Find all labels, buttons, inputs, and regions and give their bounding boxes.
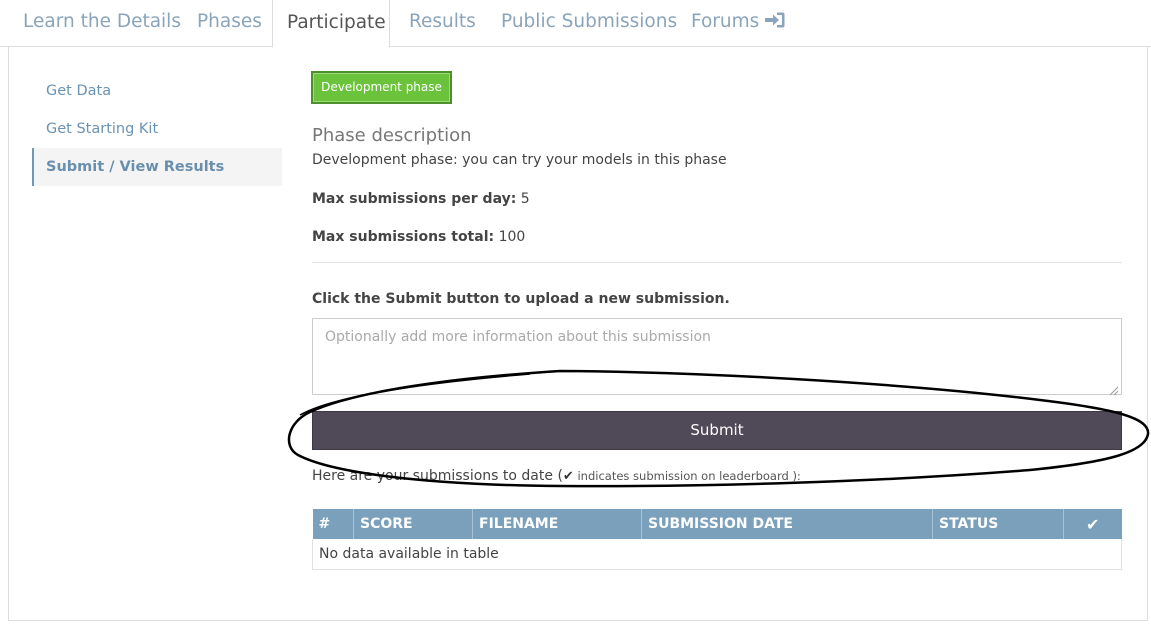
tab-phases[interactable]: Phases [197,0,262,47]
tab-participate[interactable]: Participate [272,0,390,48]
empty-table-message: No data available in table [312,539,1122,570]
tab-learn-the-details[interactable]: Learn the Details [23,0,181,47]
tab-forums[interactable]: Forums [691,0,786,47]
tab-public-submissions[interactable]: Public Submissions [501,0,677,47]
column-header-submission-date[interactable]: SUBMISSION DATE [641,509,933,539]
phase-description-heading: Phase description [312,125,472,146]
sign-in-icon [764,2,786,46]
column-header-leaderboard[interactable]: ✔ [1063,509,1122,539]
submission-notes-input[interactable] [312,318,1122,395]
max-submissions-per-day: Max submissions per day: 5 [312,191,530,207]
checkmark-icon: ✔ [562,469,574,484]
table-row: No data available in table [312,539,1122,570]
checkmark-icon: ✔ [1086,514,1100,534]
max-total-value: 100 [498,229,526,245]
resize-grip-icon[interactable] [1108,381,1119,400]
participate-page: Learn the Details Phases Participate Res… [0,0,1151,624]
column-header-number[interactable]: # [312,509,354,539]
submissions-intro: Here are your submissions to date (✔ ind… [312,468,801,484]
phase-description-text: Development phase: you can try your mode… [312,152,727,168]
column-header-status[interactable]: STATUS [932,509,1064,539]
sidebar-item-get-starting-kit[interactable]: Get Starting Kit [32,110,282,148]
tab-bar: Learn the Details Phases Participate Res… [0,0,1151,48]
tab-results[interactable]: Results [409,0,476,47]
max-submissions-total: Max submissions total: 100 [312,229,525,245]
sidebar-item-get-data[interactable]: Get Data [32,72,282,110]
column-header-filename[interactable]: FILENAME [472,509,642,539]
tab-forums-label: Forums [691,11,760,32]
phase-badge[interactable]: Development phase [311,71,452,104]
sidebar-item-submit-view-results[interactable]: Submit / View Results [32,148,282,186]
submissions-intro-note: indicates submission on leaderboard ): [573,469,801,483]
max-total-label: Max submissions total: [312,229,495,245]
max-per-day-value: 5 [520,191,530,207]
max-per-day-label: Max submissions per day: [312,191,517,207]
submissions-table: # SCORE FILENAME SUBMISSION DATE STATUS … [312,509,1122,570]
section-divider [312,262,1122,263]
submit-button[interactable]: Submit [312,411,1122,450]
table-header-row: # SCORE FILENAME SUBMISSION DATE STATUS … [312,509,1122,539]
upload-prompt: Click the Submit button to upload a new … [312,291,730,307]
column-header-score[interactable]: SCORE [353,509,473,539]
submissions-intro-text: Here are your submissions to date ( [312,468,563,484]
sidebar: Get Data Get Starting Kit Submit / View … [32,72,282,186]
